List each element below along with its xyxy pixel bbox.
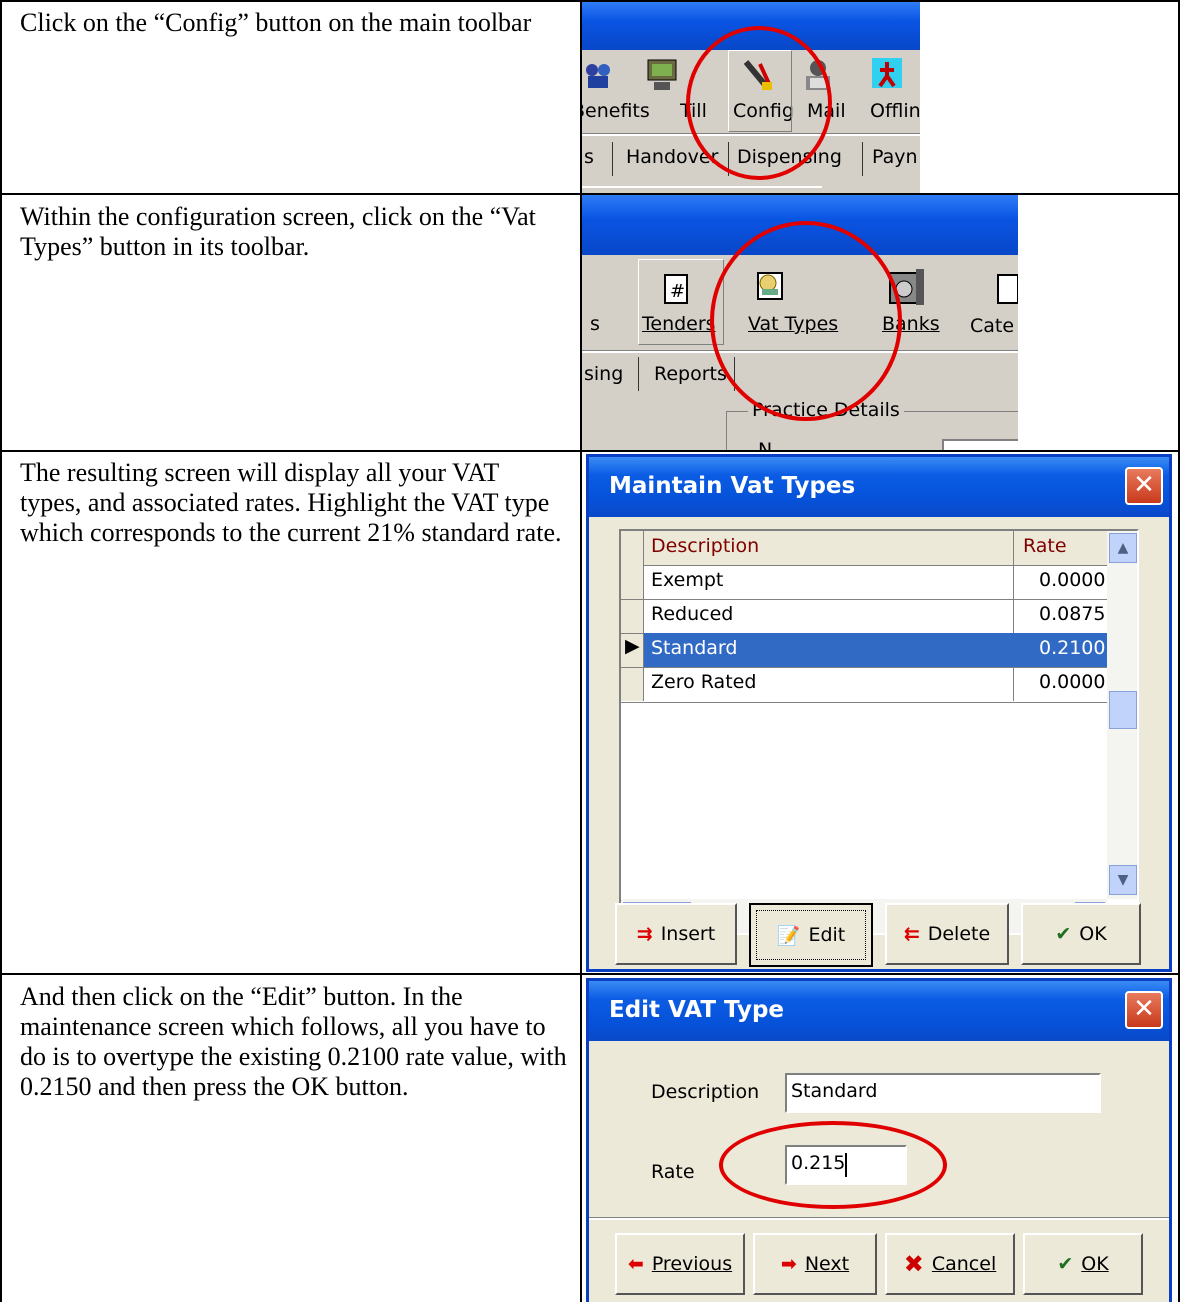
row-description: Standard (651, 637, 738, 659)
row-rate: 0.0000 (1039, 671, 1106, 693)
dialog-title-bar: Maintain Vat Types ✕ (589, 457, 1169, 517)
description-label: Description (651, 1081, 760, 1103)
practice-details-label: Practice Details (748, 399, 904, 421)
tenders-button-frame (638, 259, 724, 345)
title-bar (582, 2, 920, 50)
insert-button[interactable]: ⇉ Insert (615, 903, 737, 965)
mail-icon (806, 60, 830, 90)
dialog-separator (589, 1217, 1169, 1220)
tab-dispensing[interactable]: sing (584, 363, 623, 385)
dialog-title: Maintain Vat Types (609, 473, 856, 499)
checkmark-icon: ✔ (1055, 923, 1072, 945)
delete-label: Delete (927, 923, 991, 945)
checkmark-icon: ✔ (1057, 1253, 1074, 1275)
offline-icon (872, 58, 902, 88)
instruction-2: Within the configuration screen, click o… (20, 202, 536, 261)
title-bar (582, 195, 1018, 255)
table-border-left (0, 0, 2, 1302)
toolbar-vat-types[interactable]: Vat Types (748, 313, 838, 335)
tab-divider (638, 357, 639, 391)
toolbar-categories[interactable]: Cate (970, 315, 1014, 337)
tab-divider (734, 357, 735, 391)
toolbar-till[interactable]: Till (680, 100, 707, 122)
column-header-description[interactable]: Description (651, 535, 759, 557)
toolbar-banks[interactable]: Banks (882, 313, 940, 335)
row-indicator-icon: ▶ (625, 635, 640, 657)
cancel-button[interactable]: ✖ Cancel (885, 1233, 1015, 1295)
vat-types-grid[interactable]: Description Rate Exempt 0.0000 Reduced 0… (619, 529, 1139, 935)
row-divider-2 (0, 450, 1180, 452)
insert-label: Insert (660, 923, 716, 945)
tab-payments[interactable]: Payn (872, 146, 918, 168)
instruction-3: The resulting screen will display all yo… (20, 458, 562, 547)
row-rate: 0.2100 (1039, 637, 1106, 659)
name-label: N (758, 439, 773, 450)
row-rate: 0.0875 (1039, 603, 1106, 625)
tab-reports[interactable]: Reports (654, 363, 727, 385)
separator (582, 350, 1018, 353)
benefits-icon (586, 64, 610, 88)
delete-button[interactable]: ⇇ Delete (885, 903, 1009, 965)
previous-label: Previous (651, 1253, 733, 1275)
maintain-vat-types-dialog: Maintain Vat Types ✕ Description Rate Ex… (586, 454, 1172, 972)
scroll-up-icon[interactable]: ▲ (1109, 533, 1137, 563)
row-divider-3 (0, 973, 1180, 975)
delete-icon: ⇇ (903, 923, 920, 945)
column-header-rate[interactable]: Rate (1023, 535, 1067, 557)
name-field[interactable] (942, 439, 1018, 450)
row-description: Zero Rated (651, 671, 757, 693)
vat-types-icon (757, 272, 783, 300)
edit-label: Edit (808, 924, 846, 946)
description-field[interactable]: Standard (785, 1073, 1101, 1113)
close-icon[interactable]: ✕ (1125, 467, 1163, 505)
insert-icon: ⇉ (636, 923, 653, 945)
next-button[interactable]: ➡ Next (753, 1233, 877, 1295)
toolbar-mail[interactable]: Mail (807, 100, 846, 122)
tab-handover[interactable]: Handover (626, 146, 718, 168)
ok-button[interactable]: ✔ OK (1023, 1233, 1143, 1295)
ok-button[interactable]: ✔ OK (1021, 903, 1141, 965)
tab-dispensing[interactable]: Dispensing (737, 146, 842, 168)
vertical-scrollbar[interactable]: ▲ ▼ (1107, 531, 1137, 899)
instruction-4: And then click on the “Edit” button. In … (20, 982, 567, 1101)
till-icon (647, 59, 677, 90)
row-description: Exempt (651, 569, 724, 591)
tab-divider (612, 142, 613, 176)
tab-divider (728, 142, 729, 176)
cancel-label: Cancel (931, 1253, 997, 1275)
arrow-right-icon: ➡ (780, 1253, 797, 1275)
edit-vat-type-dialog: Edit VAT Type ✕ Description Standard Rat… (586, 978, 1172, 1302)
toolbar-offline[interactable]: Offlin (870, 100, 920, 122)
dialog-title: Edit VAT Type (609, 997, 785, 1023)
toolbar-prev[interactable]: s (590, 313, 600, 335)
banks-icon (889, 269, 924, 305)
tab-divider (862, 142, 863, 176)
config-button-frame (728, 50, 792, 132)
edit-button[interactable]: 📝 Edit (749, 903, 873, 967)
close-icon[interactable]: ✕ (1125, 991, 1163, 1029)
screenshot-config-toolbar: # s Tenders Vat Types Banks Cate sing Re… (582, 195, 1018, 450)
screenshot-main-toolbar: Benefits Till Config Mail Offlin s Hando… (582, 2, 920, 193)
arrow-left-icon: ⬅ (627, 1253, 644, 1275)
tab-prev[interactable]: s (584, 146, 594, 168)
previous-button[interactable]: ⬅ Previous (615, 1233, 745, 1295)
edit-icon: 📝 (776, 924, 801, 947)
text-cursor (845, 1153, 847, 1177)
categories-icon (997, 274, 1018, 304)
toolbar-benefits[interactable]: Benefits (582, 100, 650, 122)
row-description: Reduced (651, 603, 734, 625)
separator (582, 133, 920, 136)
next-label: Next (804, 1253, 850, 1275)
ok-label: OK (1081, 1253, 1109, 1275)
dialog-title-bar: Edit VAT Type ✕ (589, 981, 1169, 1041)
row-rate: 0.0000 (1039, 569, 1106, 591)
rate-label: Rate (651, 1161, 695, 1183)
scroll-thumb[interactable] (1109, 691, 1137, 729)
cancel-icon: ✖ (903, 1250, 924, 1278)
tab-underline (582, 186, 822, 188)
ok-label: OK (1079, 923, 1107, 945)
instruction-1: Click on the “Config” button on the main… (20, 8, 532, 37)
scroll-down-icon[interactable]: ▼ (1109, 865, 1137, 895)
